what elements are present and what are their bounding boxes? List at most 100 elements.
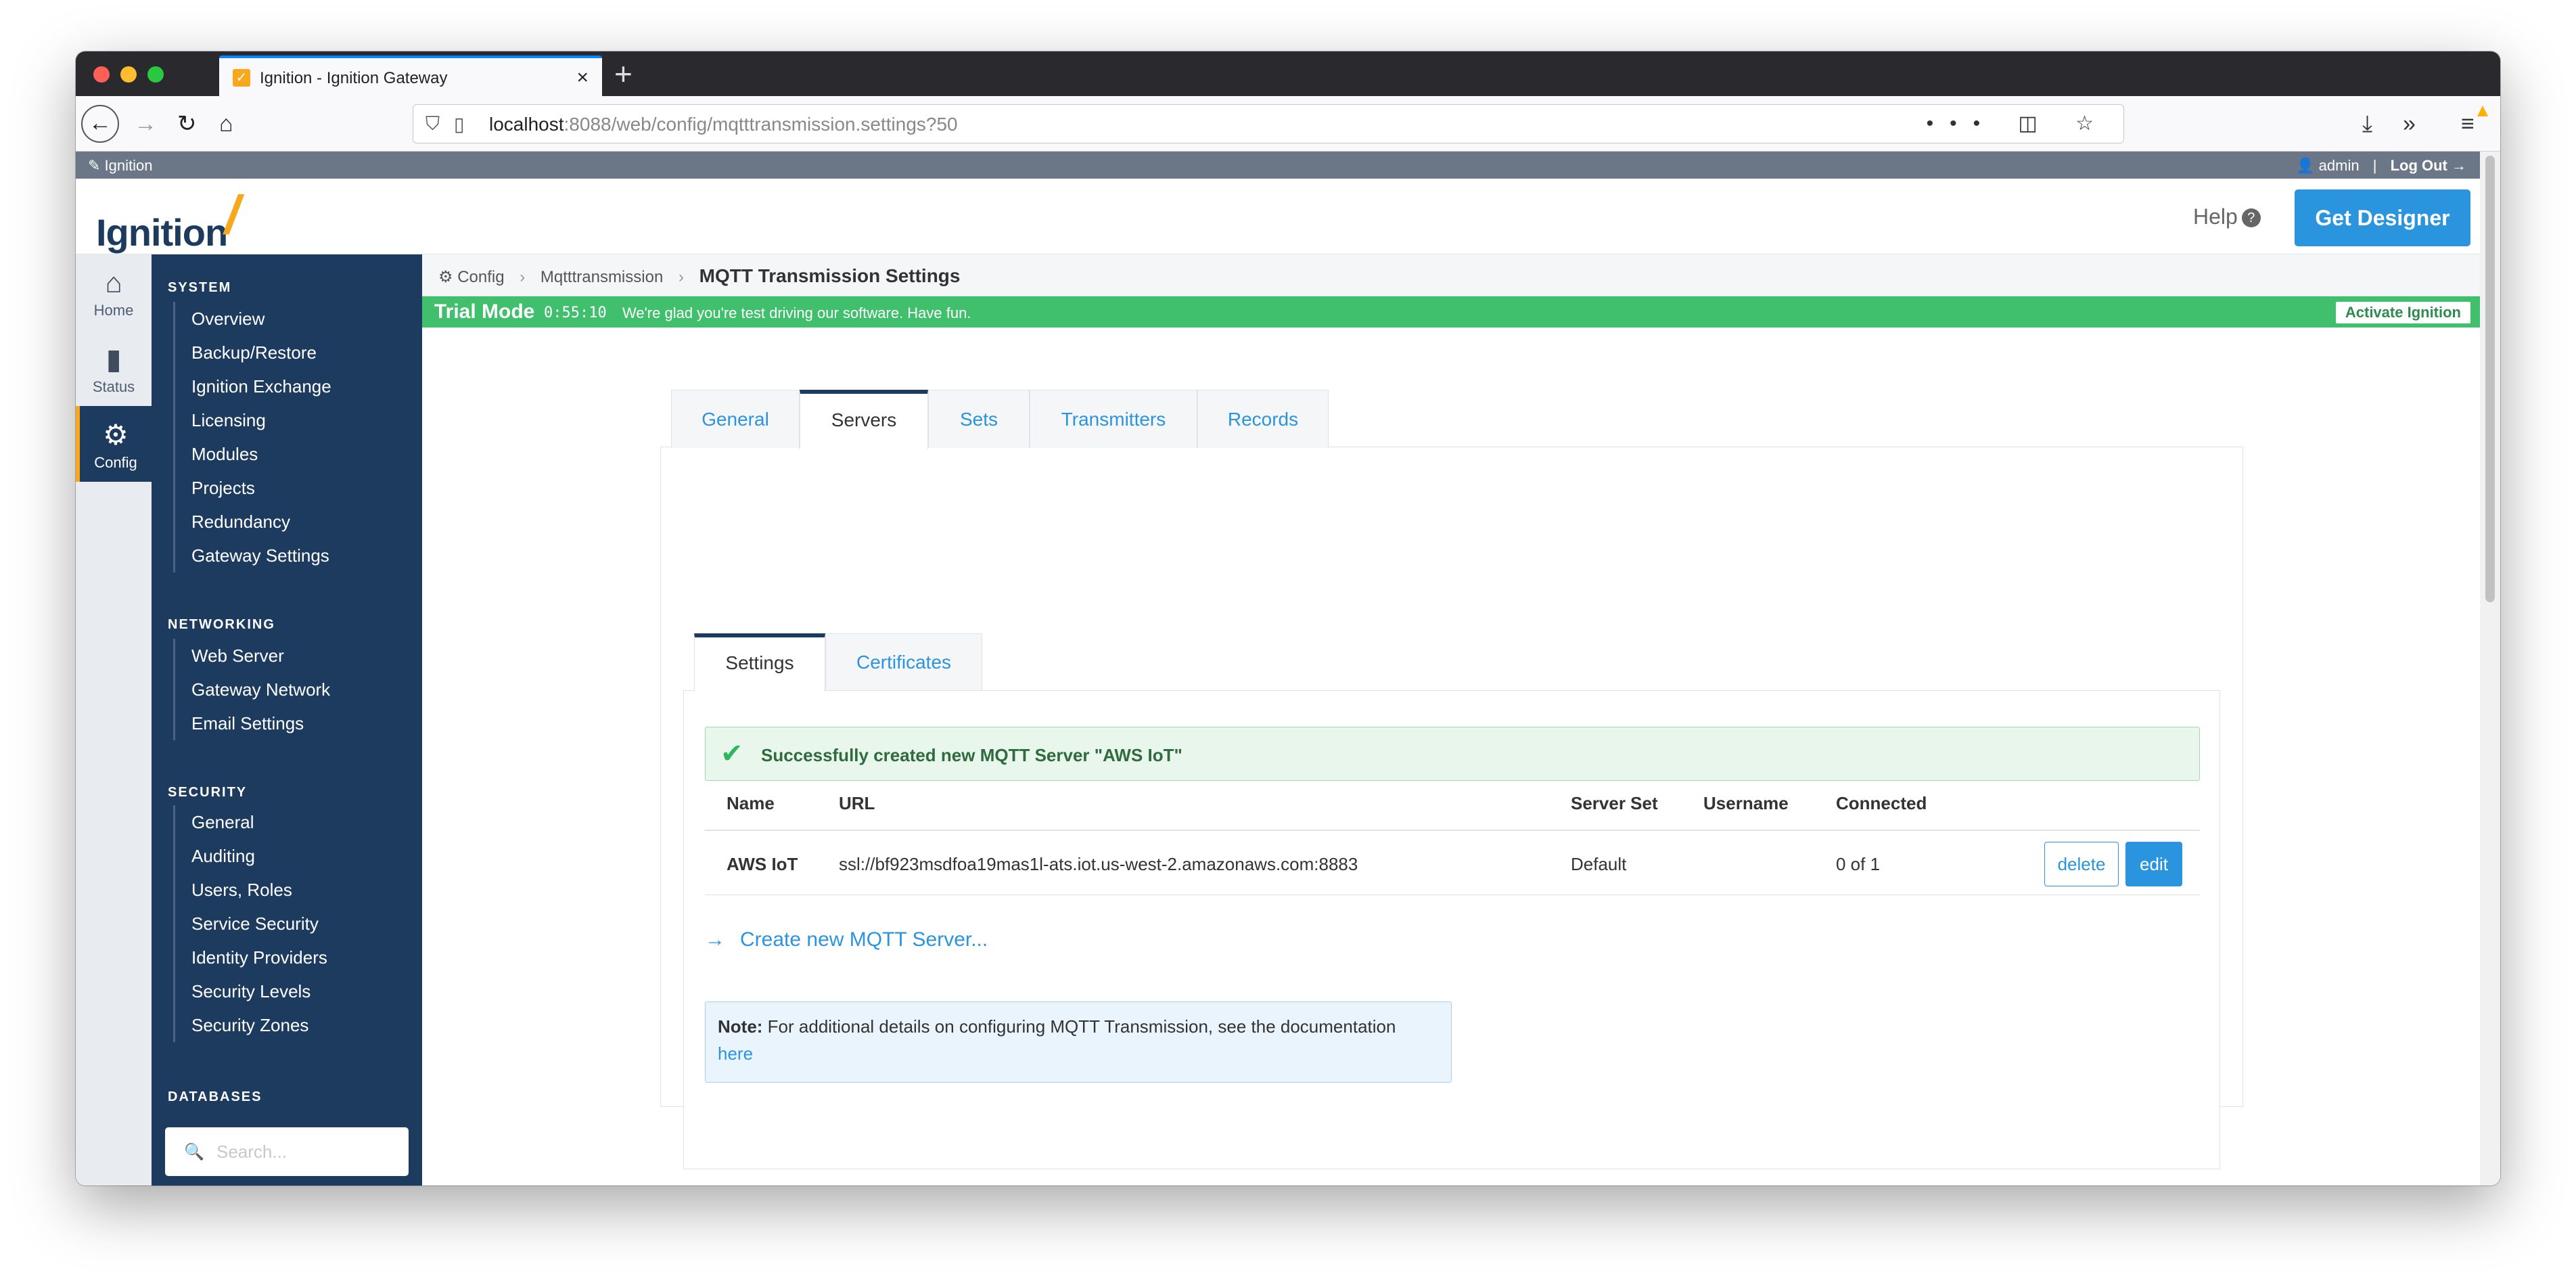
close-window-button[interactable] <box>93 66 110 83</box>
tab-servers[interactable]: Servers <box>800 390 928 449</box>
edit-button[interactable]: edit <box>2125 842 2182 886</box>
checkmark-icon: ✔ <box>720 739 743 769</box>
chevron-right-icon: › <box>520 268 526 286</box>
new-tab-icon[interactable]: + <box>614 57 632 91</box>
shield-icon[interactable]: ⛉ <box>426 113 440 135</box>
logout-link[interactable]: Log Out → <box>2391 157 2466 174</box>
rail-status[interactable]: ▮ Status <box>76 330 152 406</box>
scrollbar-thumb[interactable] <box>2485 156 2495 602</box>
favicon-icon: ✓ <box>233 69 250 87</box>
sidebar-item-web-server[interactable]: Web Server <box>173 639 403 673</box>
documentation-link[interactable]: here <box>718 1043 753 1064</box>
close-tab-icon[interactable]: × <box>576 66 589 89</box>
tab-sets[interactable]: Sets <box>928 390 1030 448</box>
gear-icon: ⚙ <box>103 419 129 451</box>
sidebar-item-ignition-exchange[interactable]: Ignition Exchange <box>173 369 403 403</box>
sidebar-item-service-security[interactable]: Service Security <box>173 907 403 941</box>
col-server-set: Server Set <box>1571 793 1658 813</box>
sidebar-item-projects[interactable]: Projects <box>173 471 403 505</box>
page-scrollbar[interactable] <box>2480 152 2500 1186</box>
documentation-note: Note: For additional details on configur… <box>705 1001 1452 1083</box>
overflow-chevron-icon[interactable]: » <box>2403 107 2416 141</box>
col-name: Name <box>727 793 775 813</box>
sidebar-item-gateway-settings[interactable]: Gateway Settings <box>173 539 403 572</box>
sidebar-item-modules[interactable]: Modules <box>173 437 403 471</box>
top-strip-label: ✎ Ignition <box>88 157 153 174</box>
chevron-right-icon: › <box>678 268 684 286</box>
user-icon: 👤 <box>2296 157 2315 174</box>
sidebar-item-overview[interactable]: Overview <box>173 302 403 336</box>
home-icon: ⌂ <box>105 267 122 298</box>
forward-arrow-icon[interactable]: → <box>134 107 157 141</box>
tab-records[interactable]: Records <box>1197 390 1329 448</box>
trial-timer: 0:55:10 <box>544 304 607 321</box>
top-strip: ✎ Ignition 👤 admin | Log Out → <box>76 152 2480 179</box>
rail-config[interactable]: ⚙ Config <box>76 406 152 482</box>
page-icon: ▯ <box>454 114 465 135</box>
tab-settings[interactable]: Settings <box>694 633 825 692</box>
browser-toolbar: ← → ↻ ⌂ ⛉ ▯ localhost:8088/web/config/mq… <box>76 96 2500 152</box>
success-alert: ✔ Successfully created new MQTT Server "… <box>705 727 2200 781</box>
main-content: ⚙ Config › Mqtttransmission › MQTT Trans… <box>422 254 2480 1186</box>
config-sidebar: SYSTEM Overview Backup/Restore Ignition … <box>152 254 422 1186</box>
browser-tab[interactable]: ✓ Ignition - Ignition Gateway × <box>219 55 602 96</box>
home-icon[interactable]: ⌂ <box>219 107 233 141</box>
section-system: SYSTEM <box>168 280 232 295</box>
trial-banner: Trial Mode 0:55:10 We're glad you're tes… <box>422 296 2480 328</box>
tab-transmitters[interactable]: Transmitters <box>1030 390 1197 448</box>
breadcrumb-config[interactable]: Config <box>457 268 504 286</box>
help-link[interactable]: Help? <box>2193 204 2261 229</box>
sidebar-item-users-roles[interactable]: Users, Roles <box>173 873 403 907</box>
bar-chart-icon: ▮ <box>106 343 122 375</box>
username[interactable]: admin <box>2319 157 2360 174</box>
url-actions-icons[interactable]: ••• ◫ ☆ <box>1927 112 2110 135</box>
sidebar-item-gateway-network[interactable]: Gateway Network <box>173 673 403 706</box>
download-icon[interactable]: ⤓ <box>2362 107 2372 141</box>
sidebar-item-security-zones[interactable]: Security Zones <box>173 1008 403 1042</box>
table-header-divider <box>705 830 2200 831</box>
reload-icon[interactable]: ↻ <box>177 107 197 141</box>
sidebar-item-email-settings[interactable]: Email Settings <box>173 706 403 740</box>
sidebar-search[interactable]: 🔍 <box>165 1127 409 1176</box>
minimize-window-button[interactable] <box>120 66 137 83</box>
note-text: For additional details on configuring MQ… <box>767 1016 1396 1037</box>
breadcrumb: ⚙ Config › Mqtttransmission › MQTT Trans… <box>422 254 2480 296</box>
search-input[interactable] <box>216 1139 392 1164</box>
icon-rail: ⌂ Home ▮ Status ⚙ Config <box>76 254 152 1186</box>
activate-ignition-button[interactable]: Activate Ignition <box>2335 302 2470 323</box>
ignition-gateway-app: ✎ Ignition 👤 admin | Log Out → Ignition/… <box>76 152 2480 1186</box>
title-bar: ✓ Ignition - Ignition Gateway × + <box>76 51 2500 96</box>
rail-home[interactable]: ⌂ Home <box>76 254 152 330</box>
url-text[interactable]: localhost:8088/web/config/mqtttransmissi… <box>489 114 958 135</box>
delete-button[interactable]: delete <box>2044 842 2119 886</box>
help-icon: ? <box>2241 208 2261 227</box>
trial-message: We're glad you're test driving our softw… <box>622 304 971 321</box>
breadcrumb-mqtttransmission[interactable]: Mqtttransmission <box>540 268 663 286</box>
sidebar-item-identity-providers[interactable]: Identity Providers <box>173 941 403 974</box>
sidebar-item-backup-restore[interactable]: Backup/Restore <box>173 336 403 369</box>
note-label: Note: <box>718 1016 763 1037</box>
hamburger-menu-icon[interactable]: ≡ <box>2461 107 2475 141</box>
sidebar-item-auditing[interactable]: Auditing <box>173 839 403 873</box>
sidebar-item-licensing[interactable]: Licensing <box>173 403 403 437</box>
tab-certificates[interactable]: Certificates <box>825 633 982 690</box>
back-arrow-icon[interactable]: ← <box>81 105 119 143</box>
sidebar-item-security-general[interactable]: General <box>173 805 403 839</box>
success-message: Successfully created new MQTT Server "AW… <box>761 745 1182 765</box>
get-designer-button[interactable]: Get Designer <box>2295 189 2470 246</box>
maximize-window-button[interactable] <box>147 66 164 83</box>
create-server-link[interactable]: → Create new MQTT Server... <box>705 928 988 951</box>
tab-title: Ignition - Ignition Gateway <box>260 69 448 87</box>
sidebar-item-redundancy[interactable]: Redundancy <box>173 505 403 539</box>
section-networking: NETWORKING <box>168 617 275 632</box>
cell-name: AWS IoT <box>727 854 798 874</box>
col-username: Username <box>1703 793 1789 813</box>
section-databases: DATABASES <box>168 1089 262 1104</box>
tab-general[interactable]: General <box>671 390 800 448</box>
address-bar[interactable]: ⛉ ▯ localhost:8088/web/config/mqtttransm… <box>413 104 2124 143</box>
sidebar-item-security-levels[interactable]: Security Levels <box>173 974 403 1008</box>
search-icon: 🔍 <box>184 1143 204 1161</box>
ignition-logo[interactable]: Ignition/ <box>96 185 239 258</box>
browser-window: ✓ Ignition - Ignition Gateway × + ← → ↻ … <box>76 51 2500 1186</box>
cell-server-set: Default <box>1571 854 1627 874</box>
